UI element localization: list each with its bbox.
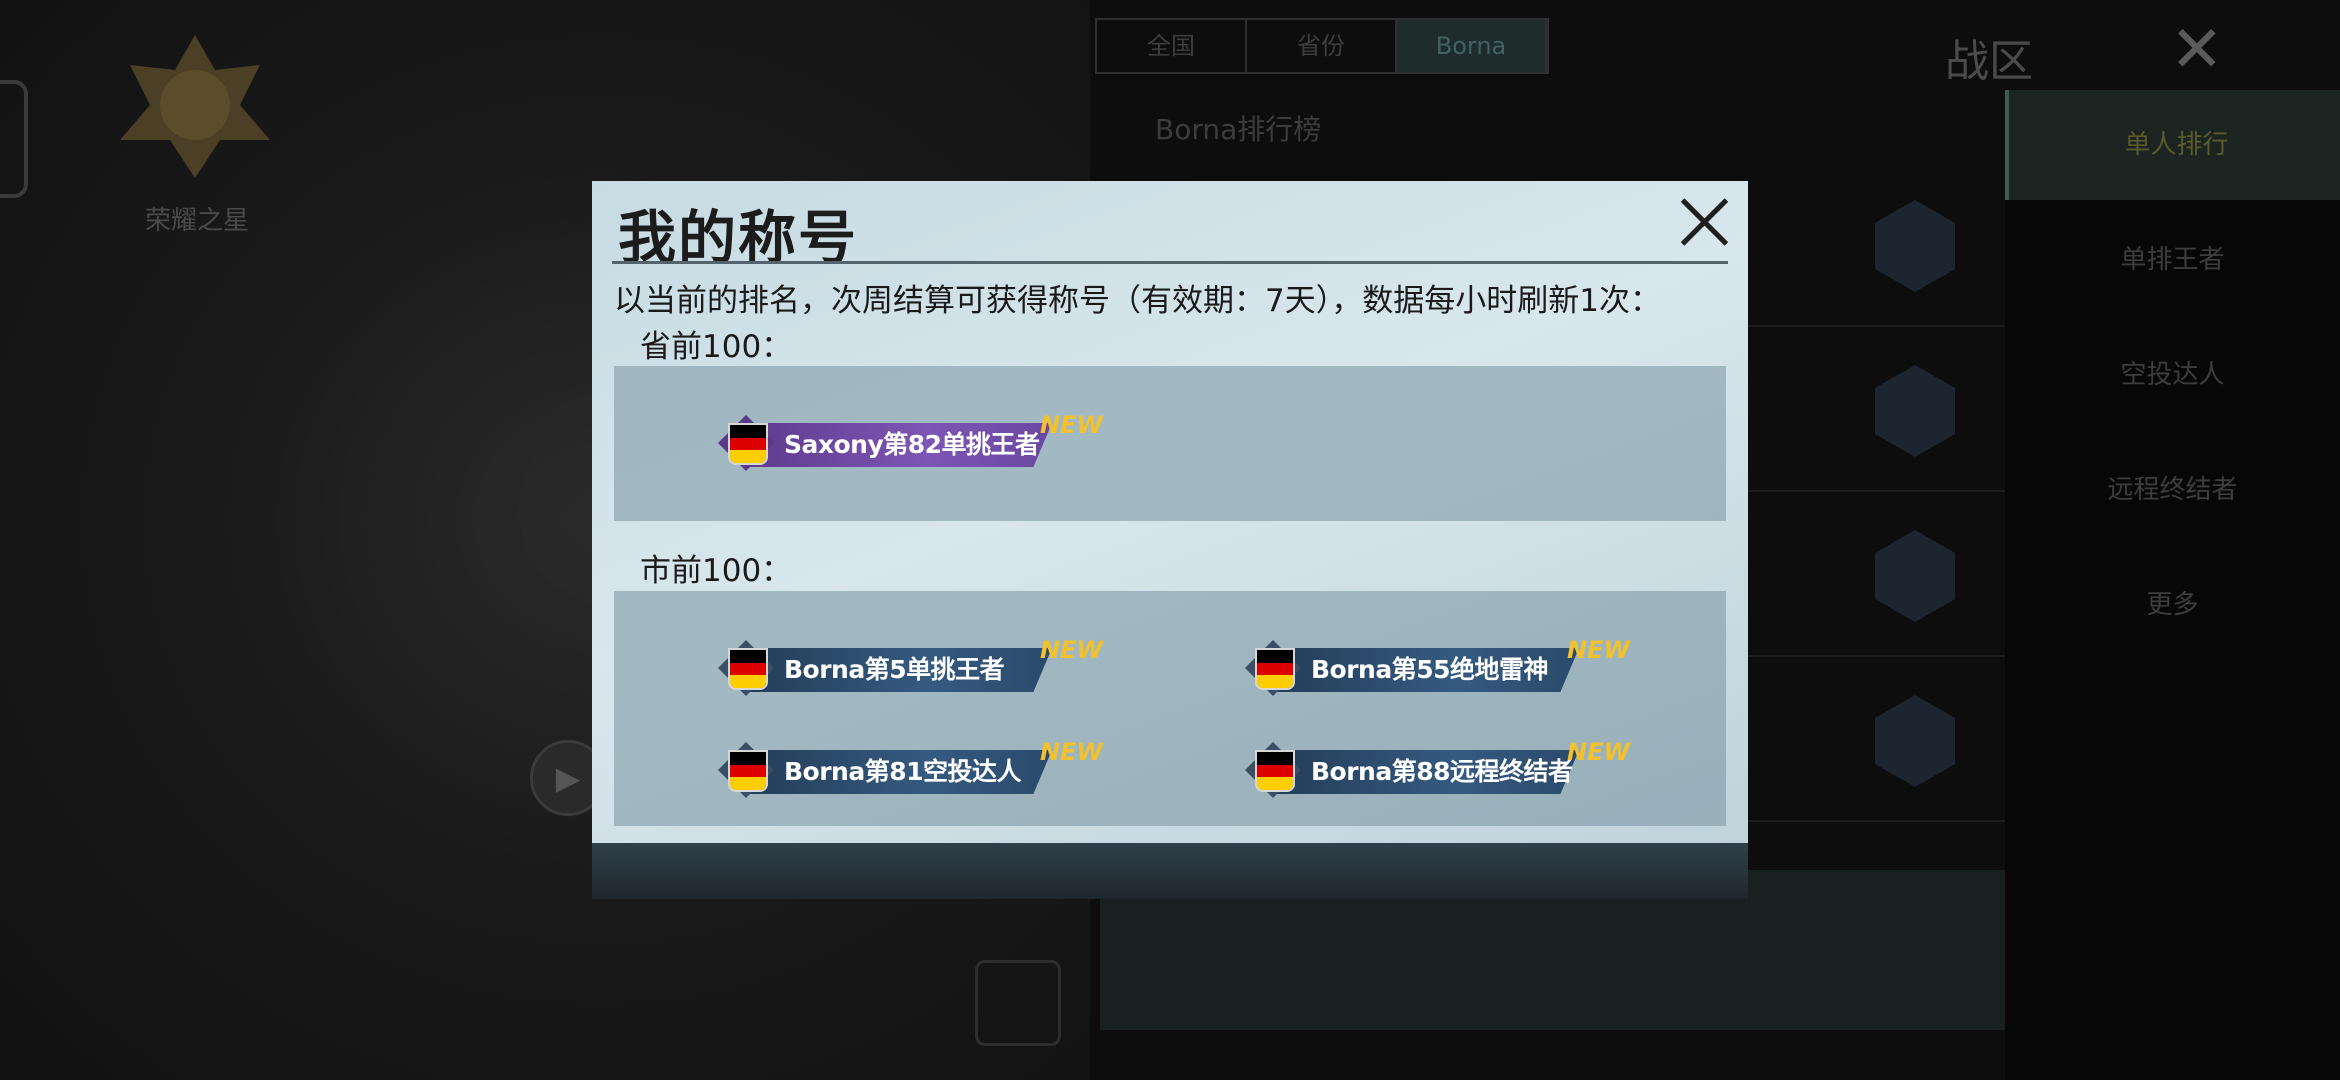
my-titles-dialog: 我的称号 以当前的排名，次周结算可获得称号（有效期：7天），数据每小时刷新1次：… [592,181,1748,899]
close-icon[interactable]: ✕ [2170,18,2224,82]
badge-text: Borna第55绝地雷神 [1311,655,1549,684]
tab-city[interactable]: Borna [1397,20,1547,72]
title-badge[interactable]: Borna第5单挑王者 NEW [714,636,1103,700]
badge-text: Borna第5单挑王者 [784,655,1005,684]
title-badge[interactable]: Saxony第82单挑王者 NEW [714,411,1103,475]
tab-bar: 全国 省份 Borna [1095,18,1549,74]
province-section: Saxony第82单挑王者 NEW [614,366,1726,521]
province-section-label: 省前100： [640,329,793,365]
new-badge: NEW [1040,411,1103,439]
germany-flag-icon [728,423,768,465]
germany-flag-icon [1255,648,1295,690]
side-item-4[interactable]: 更多 [2005,550,2340,660]
new-badge: NEW [1567,636,1630,664]
new-badge: NEW [1040,738,1103,766]
germany-flag-icon [1255,750,1295,792]
title-badge[interactable]: Borna第55绝地雷神 NEW [1241,636,1630,700]
germany-flag-icon [728,750,768,792]
germany-flag-icon [728,648,768,690]
region-label[interactable]: 战区 [1945,25,2033,89]
location-row: Borna排行榜 [1100,100,2000,160]
side-item-2[interactable]: 空投达人 [2005,320,2340,430]
side-panel: 单人排行 单排王者 空投达人 远程终结者 更多 [2005,90,2340,1080]
screen: 荣耀之星 ▶ 全国 省份 Borna 战区 ✕ Borna排行榜 单人排行 单排… [0,0,2340,1080]
badge-text: Borna第88远程终结者 [1311,757,1573,786]
badge-text: Borna第81空投达人 [784,757,1022,786]
tab-province[interactable]: 省份 [1247,20,1397,72]
rank-badge-label: 荣耀之星 [145,206,250,236]
new-badge: NEW [1040,636,1103,664]
rank-shield-icon [1875,530,1955,622]
rank-shield-icon [1875,365,1955,457]
rank-emblem-icon[interactable] [110,30,280,180]
title-divider [612,261,1728,264]
badge-text: Saxony第82单挑王者 [784,430,1040,459]
dialog-panel: 我的称号 以当前的排名，次周结算可获得称号（有效期：7天），数据每小时刷新1次：… [592,181,1748,843]
share-icon[interactable] [975,960,1061,1046]
edge-hex-icon[interactable] [0,80,28,198]
rank-shield-icon [1875,695,1955,787]
side-item-1[interactable]: 单排王者 [2005,205,2340,315]
side-item-3[interactable]: 远程终结者 [2005,435,2340,545]
side-item-0[interactable]: 单人排行 [2005,90,2340,200]
title-badge[interactable]: Borna第81空投达人 NEW [714,738,1103,802]
location-text: Borna排行榜 [1155,113,1322,146]
title-badge[interactable]: Borna第88远程终结者 NEW [1241,738,1630,802]
dialog-footer [592,843,1748,899]
city-section-label: 市前100： [640,553,793,589]
new-badge: NEW [1567,738,1630,766]
tab-national[interactable]: 全国 [1097,20,1247,72]
close-icon[interactable] [1674,189,1734,249]
notice-text: 以当前的排名，次周结算可获得称号（有效期：7天），数据每小时刷新1次： [614,283,1661,319]
city-section: Borna第5单挑王者 NEW Borna第55绝地雷神 NEW Borna第8… [614,591,1726,826]
rank-shield-icon [1875,200,1955,292]
